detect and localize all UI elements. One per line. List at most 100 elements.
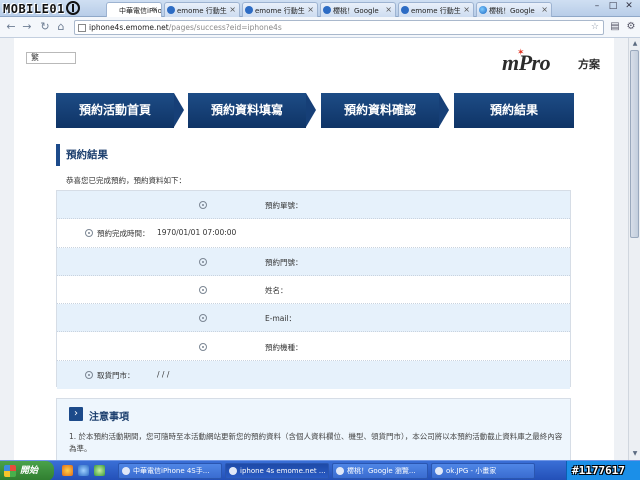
home-icon[interactable]: ⌂ [54,20,68,34]
table-row: 預約機種： [57,333,570,361]
address-bar[interactable]: iphone4s.emome.net/pages/success?eid=iph… [74,20,604,35]
notes-title: 注意事項 [89,412,129,423]
row-label: 預約門號： [265,257,303,267]
step-fill[interactable]: 預約資料填寫 [188,93,316,128]
window-icon [229,467,237,475]
close-icon[interactable]: × [385,5,392,14]
task-google[interactable]: 櫻桃！Google 瀏覽... [332,463,428,479]
tab-emome-3[interactable]: emome 行動生 × [398,2,474,17]
page-menu-icon[interactable]: ▤ [608,20,622,34]
browser-quicklaunch-icon[interactable] [62,465,73,476]
tab-title: emome 行動生 [411,7,461,15]
browser-toolbar: ← → ↻ ⌂ iphone4s.emome.net/pages/success… [0,17,640,38]
logo-mark: mPro [502,50,551,75]
progress-steps: 預約活動首頁 預約資料填寫 預約資料確認 預約結果 [56,93,576,128]
step-result[interactable]: 預約結果 [454,93,574,128]
favicon-icon [323,6,331,14]
favicon-icon [401,6,409,14]
page-icon [78,24,86,32]
bullet-icon [85,229,93,238]
task-paint[interactable]: ok.JPG - 小畫家 [431,463,535,479]
notes-panel: › 注意事項 1. 於本預約活動期間，您可隨時至本活動網站更新您的預約資料（含個… [56,398,571,460]
watermark-id: #1177617 [572,464,625,477]
start-button[interactable]: 開始 [0,461,54,480]
bookmark-star-icon[interactable]: ☆ [591,21,599,34]
bullet-icon [199,201,207,209]
close-window-button[interactable]: ✕ [622,1,636,12]
vertical-scrollbar[interactable]: ▲ ▼ [628,38,640,460]
step-home[interactable]: 預約活動首頁 [56,93,184,128]
notes-item: 1. 於本預約活動期間，您可隨時至本活動網站更新您的預約資料（含個人資料欄位、機… [69,432,563,453]
page-viewport: 繁 mPro ✶ 方案 預約活動首頁 預約資料填寫 預約資料確認 預約結果 預約… [0,38,628,460]
tab-iphone-zhonghua[interactable]: 中華電信iPhon × [106,2,162,18]
start-label: 開始 [20,466,39,476]
tab-title: emome 行動生 [255,7,305,15]
row-label: 取貨門市： [97,370,135,380]
back-arrow-icon[interactable]: ← [4,20,18,34]
reload-icon[interactable]: ↻ [38,20,52,34]
browser-tab-strip: 中華電信iPhon × emome 行動生 × emome 行動生 × 櫻桃！G… [0,0,640,18]
scroll-up-icon[interactable]: ▲ [630,39,640,49]
bullet-icon [199,314,207,323]
page-content: 繁 mPro ✶ 方案 預約活動首頁 預約資料填寫 預約資料確認 預約結果 預約… [14,38,614,460]
tab-emome-2[interactable]: emome 行動生 × [242,2,318,17]
app-quicklaunch-icon[interactable] [94,465,105,476]
row-label: 預約機種： [265,342,303,352]
scrollbar-thumb[interactable] [630,50,639,238]
chevron-right-icon: › [69,407,83,421]
row-label: 姓名： [265,285,288,295]
section-title: 預約結果 [56,144,574,166]
url-path: /pages/success?eid=iphone4s [168,23,282,32]
row-value: 1970/01/01 07:00:00 [157,228,237,238]
tab-google-1[interactable]: 櫻桃！Google × [320,2,396,17]
explorer-quicklaunch-icon[interactable] [78,465,89,476]
table-row: 預約門號： [57,247,570,276]
bullet-icon [199,342,207,351]
wrench-icon[interactable]: ⚙ [624,20,638,34]
table-row: 預約單號： [57,191,570,220]
row-value: / / / [157,369,170,379]
window-icon [122,467,130,475]
bullet-icon [199,257,207,266]
row-label: 預約單號： [265,201,303,210]
row-label: 預約完成時間： [97,229,150,239]
task-emome[interactable]: iphone 4s emome.net ... [225,463,329,479]
table-row: E-mail： [57,304,570,333]
bullet-icon [199,285,207,294]
tab-title: emome 行動生 [177,7,227,15]
forward-arrow-icon[interactable]: → [20,20,34,34]
mpro-logo: mPro ✶ 方案 [502,48,612,75]
task-zhonghua[interactable]: 中華電信iPhone 4S手... [118,463,222,479]
logo-suffix: 方案 [578,58,600,71]
star-icon: ✶ [517,48,525,58]
step-confirm[interactable]: 預約資料確認 [321,93,449,128]
row-label: E-mail： [265,314,297,324]
close-icon[interactable]: × [229,5,236,14]
window-icon [435,467,443,475]
scroll-down-icon[interactable]: ▼ [630,449,640,459]
close-icon[interactable]: × [151,5,158,14]
url-host: iphone4s.emome.net [89,23,169,32]
result-table: 預約單號： 預約完成時間： 1970/01/01 07:00:00 預約門號： … [56,190,571,390]
tab-google-2[interactable]: 櫻桃！Google × [476,2,552,17]
bullet-icon [85,370,93,379]
tab-emome-1[interactable]: emome 行動生 × [164,2,240,17]
table-row: 預約完成時間： 1970/01/01 07:00:00 [57,219,570,248]
table-row: 姓名： [57,276,570,305]
close-icon[interactable]: × [307,5,314,14]
maximize-button[interactable]: □ [606,1,620,12]
watermark-logo: MOBILE01 [3,1,80,16]
favicon-icon [245,6,253,14]
tab-title: 櫻桃！Google [333,7,379,15]
favicon-icon [167,6,175,14]
minimize-button[interactable]: – [590,1,604,12]
windows-taskbar: 開始 中華電信iPhone 4S手... iphone 4s emome.net… [0,460,640,480]
intro-text: 恭喜您已完成預約，預約資料如下： [66,176,186,185]
close-icon[interactable]: × [463,5,470,14]
favicon-icon [479,6,487,14]
window-icon [336,467,344,475]
windows-logo-icon [4,465,16,477]
tab-title: 櫻桃！Google [489,7,535,15]
close-icon[interactable]: × [541,5,548,14]
language-selector[interactable]: 繁 [26,52,76,64]
